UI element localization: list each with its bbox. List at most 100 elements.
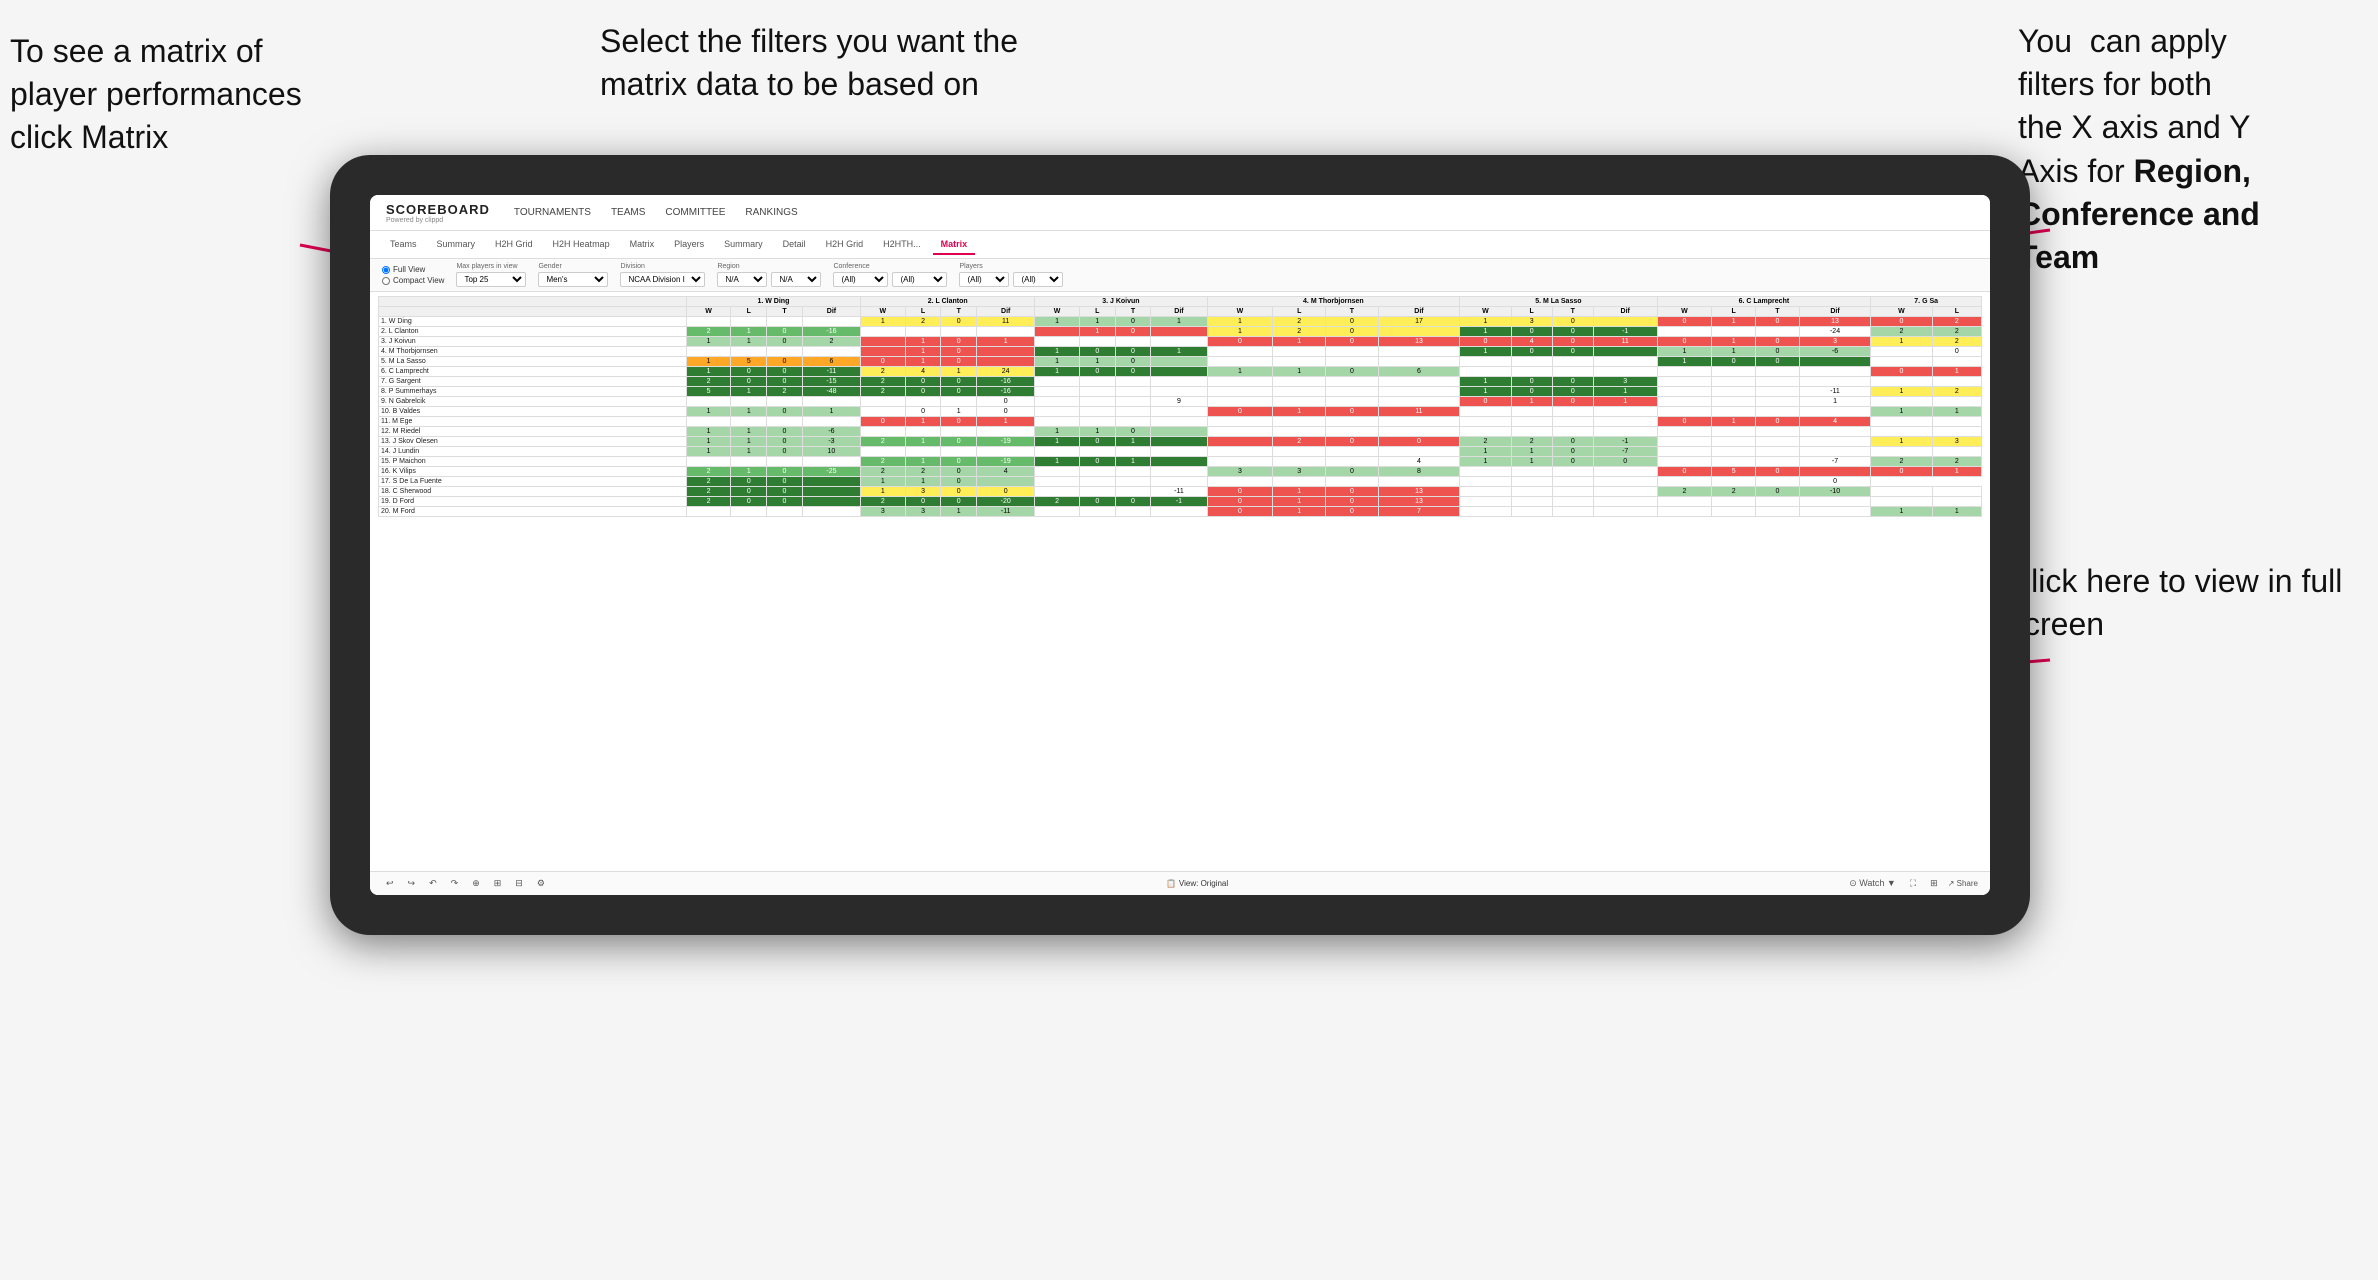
matrix-cell: -20 (977, 497, 1035, 507)
matrix-cell (1273, 387, 1326, 397)
matrix-cell (1552, 487, 1593, 497)
matrix-cell (861, 327, 906, 337)
conference-select-2[interactable]: (All) (892, 272, 947, 287)
matrix-cell (1552, 427, 1593, 437)
matrix-cell (1151, 447, 1207, 457)
tab-summary-2[interactable]: Summary (716, 235, 771, 255)
conference-select-1[interactable]: (All) (833, 272, 888, 287)
toolbar-back[interactable]: ↶ (425, 876, 441, 891)
matrix-cell: 3 (1273, 467, 1326, 477)
matrix-cell (1712, 457, 1756, 467)
gender-select[interactable]: Men's (538, 272, 608, 287)
tab-summary[interactable]: Summary (429, 235, 484, 255)
matrix-cell (1035, 327, 1080, 337)
matrix-cell: 1 (905, 457, 941, 467)
division-select[interactable]: NCAA Division I (620, 272, 705, 287)
toolbar-zoom-out[interactable]: ⊟ (511, 876, 527, 891)
matrix-cell (1593, 497, 1657, 507)
matrix-cell (1799, 497, 1871, 507)
matrix-cell (1593, 467, 1657, 477)
nav-teams[interactable]: TEAMS (611, 205, 645, 220)
max-players-label: Max players in view (456, 263, 526, 270)
toolbar-forward[interactable]: ↷ (447, 876, 463, 891)
compact-view-radio[interactable]: Compact View (382, 276, 444, 285)
table-row: 20. M Ford331-11010711 (379, 507, 1982, 517)
matrix-cell: 3 (1207, 467, 1273, 477)
region-select-1[interactable]: N/A (717, 272, 767, 287)
matrix-cell: 1 (1460, 347, 1511, 357)
tab-matrix-1[interactable]: Matrix (622, 235, 663, 255)
matrix-cell (1552, 407, 1593, 417)
full-view-input[interactable] (382, 266, 390, 274)
matrix-cell: 2 (1273, 437, 1326, 447)
matrix-cell (1460, 427, 1511, 437)
tab-h2hth[interactable]: H2HTH... (875, 235, 929, 255)
tab-teams[interactable]: Teams (382, 235, 425, 255)
max-players-select[interactable]: Top 25 (456, 272, 526, 287)
matrix-cell: 0 (1079, 347, 1115, 357)
matrix-cell: 1 (1035, 367, 1080, 377)
matrix-cell: 1 (1273, 337, 1326, 347)
matrix-cell (861, 347, 906, 357)
matrix-cell: 1 (1273, 507, 1326, 517)
toolbar-settings[interactable]: ⚙ (533, 876, 549, 891)
matrix-cell: -15 (802, 377, 860, 387)
annotation-right-bottom-text: Click here to view in full screen (2008, 563, 2342, 642)
matrix-cell (905, 397, 941, 407)
matrix-cell (941, 327, 977, 337)
view-radio-group: Full View Compact View (382, 265, 444, 285)
row-label: 13. J Skov Olesen (379, 437, 687, 447)
matrix-cell: 0 (941, 477, 977, 487)
toolbar-redo[interactable]: ↪ (404, 876, 420, 891)
region-select-2[interactable]: N/A (771, 272, 821, 287)
toolbar-right: ⊙ Watch ▼ ⛶ ⊞ ↗ Share (1845, 876, 1978, 891)
matrix-cell: 1 (977, 417, 1035, 427)
matrix-cell: 0 (861, 417, 906, 427)
matrix-cell: 0 (1871, 317, 1932, 327)
toolbar-zoom-in[interactable]: ⊞ (490, 876, 506, 891)
matrix-cell (1657, 427, 1712, 437)
matrix-cell: 2 (1932, 337, 1981, 347)
matrix-cell: 2 (1035, 497, 1080, 507)
view-icon: 📋 (1166, 879, 1176, 888)
matrix-cell (1932, 357, 1981, 367)
expand-btn[interactable]: ⊞ (1926, 876, 1942, 891)
watch-btn[interactable]: ⊙ Watch ▼ (1845, 876, 1900, 891)
share-btn[interactable]: ↗ Share (1948, 879, 1978, 888)
matrix-cell (1035, 507, 1080, 517)
matrix-cell: -16 (802, 327, 860, 337)
matrix-cell: 1 (1657, 347, 1712, 357)
matrix-cell: 2 (861, 437, 906, 447)
matrix-cell (1712, 477, 1756, 487)
full-view-radio[interactable]: Full View (382, 265, 444, 274)
tab-detail[interactable]: Detail (775, 235, 814, 255)
tab-h2h-heatmap[interactable]: H2H Heatmap (545, 235, 618, 255)
matrix-cell: 1 (1079, 327, 1115, 337)
compact-view-input[interactable] (382, 277, 390, 285)
matrix-cell: 0 (1207, 337, 1273, 347)
fullscreen-btn[interactable]: ⛶ (1906, 876, 1920, 891)
matrix-cell (1460, 407, 1511, 417)
tab-players[interactable]: Players (666, 235, 712, 255)
players-select-2[interactable]: (All) (1013, 272, 1063, 287)
matrix-cell: 13 (1378, 497, 1459, 507)
matrix-cell (1460, 417, 1511, 427)
matrix-cell (1871, 377, 1932, 387)
matrix-cell: 0 (861, 357, 906, 367)
matrix-cell: 1 (1460, 457, 1511, 467)
matrix-cell: 1 (905, 417, 941, 427)
nav-rankings[interactable]: RANKINGS (745, 205, 797, 220)
toolbar-undo[interactable]: ↩ (382, 876, 398, 891)
tab-matrix-active[interactable]: Matrix (933, 235, 976, 255)
matrix-cell: 0 (1207, 507, 1273, 517)
nav-tournaments[interactable]: TOURNAMENTS (514, 205, 591, 220)
annotation-right-top: You can apply filters for both the X axi… (2018, 20, 2358, 279)
nav-committee[interactable]: COMMITTEE (665, 205, 725, 220)
matrix-cell (1273, 397, 1326, 407)
players-select-1[interactable]: (All) (959, 272, 1009, 287)
matrix-cell: 1 (1460, 447, 1511, 457)
tab-h2h-grid-2[interactable]: H2H Grid (818, 235, 872, 255)
row-label: 5. M La Sasso (379, 357, 687, 367)
tab-h2h-grid[interactable]: H2H Grid (487, 235, 541, 255)
toolbar-cursor[interactable]: ⊕ (468, 876, 484, 891)
